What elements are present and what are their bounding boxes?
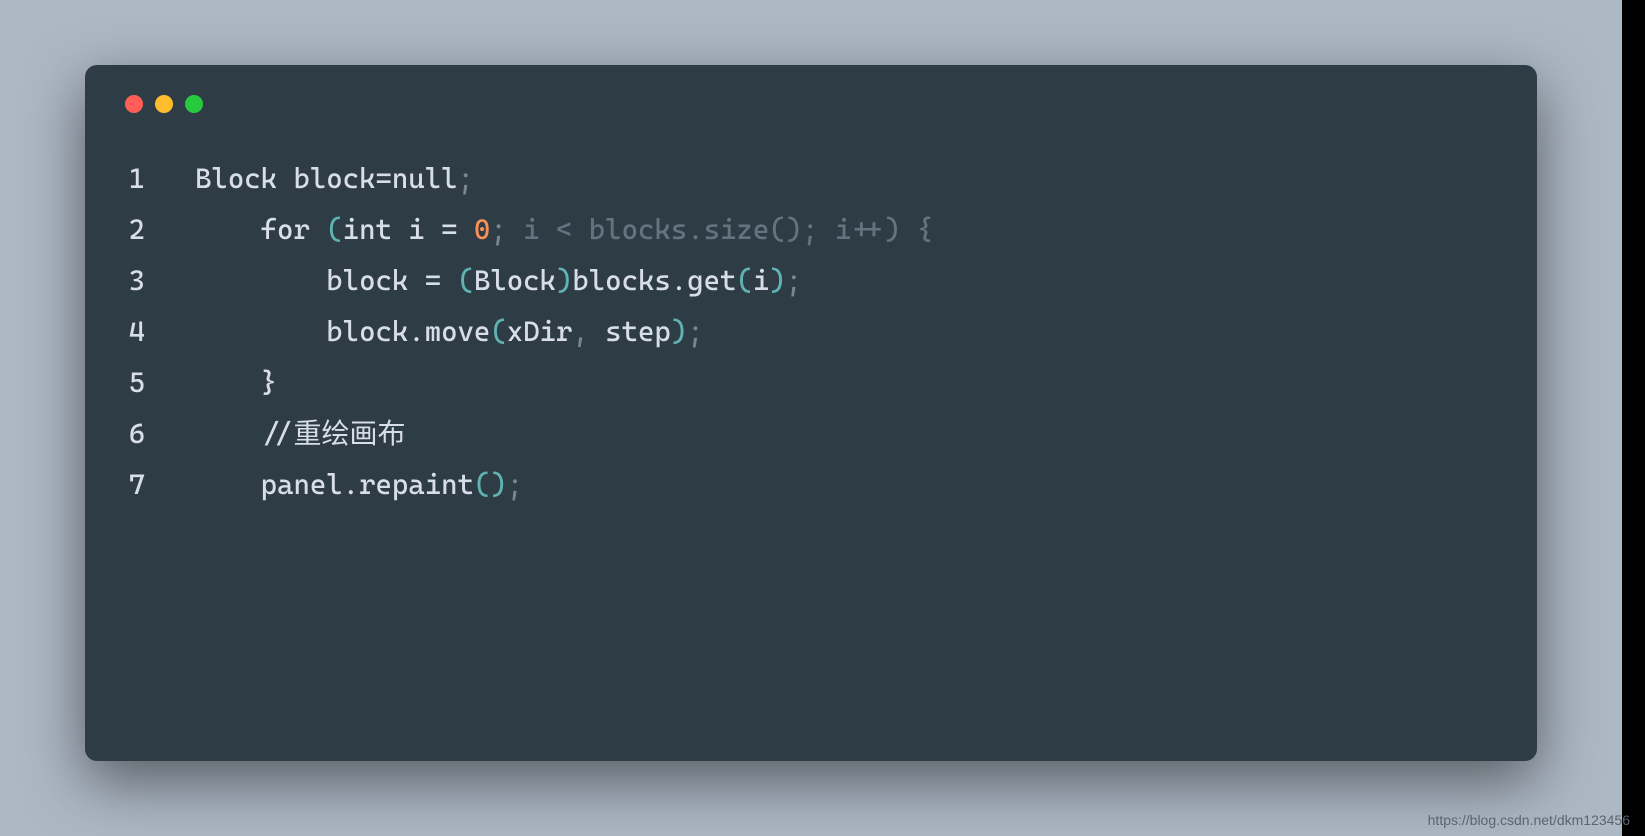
line-number: 7 (125, 459, 145, 510)
line-number: 2 (125, 204, 145, 255)
line-number: 5 (125, 357, 145, 408)
code-line-1: Block block=null; (195, 153, 933, 204)
code-line-2: for (int i = 0; i < blocks.size(); i++) … (195, 204, 933, 255)
close-icon[interactable] (125, 95, 143, 113)
page-background: 1 2 3 4 5 6 7 Block block=null; for (int… (0, 0, 1622, 836)
watermark-text: https://blog.csdn.net/dkm123456 (1428, 812, 1630, 828)
code-window: 1 2 3 4 5 6 7 Block block=null; for (int… (85, 65, 1537, 761)
line-number: 4 (125, 306, 145, 357)
line-number: 3 (125, 255, 145, 306)
code-line-6: //重绘画布 (195, 408, 933, 459)
line-number: 1 (125, 153, 145, 204)
code-line-5: } (195, 357, 933, 408)
code-line-7: panel.repaint(); (195, 459, 933, 510)
code-line-4: block.move(xDir, step); (195, 306, 933, 357)
line-number: 6 (125, 408, 145, 459)
line-numbers-gutter: 1 2 3 4 5 6 7 (125, 153, 145, 510)
minimize-icon[interactable] (155, 95, 173, 113)
window-controls (125, 95, 1497, 113)
code-area[interactable]: Block block=null; for (int i = 0; i < bl… (195, 153, 933, 510)
code-line-3: block = (Block)blocks.get(i); (195, 255, 933, 306)
code-content: 1 2 3 4 5 6 7 Block block=null; for (int… (125, 153, 1497, 510)
maximize-icon[interactable] (185, 95, 203, 113)
